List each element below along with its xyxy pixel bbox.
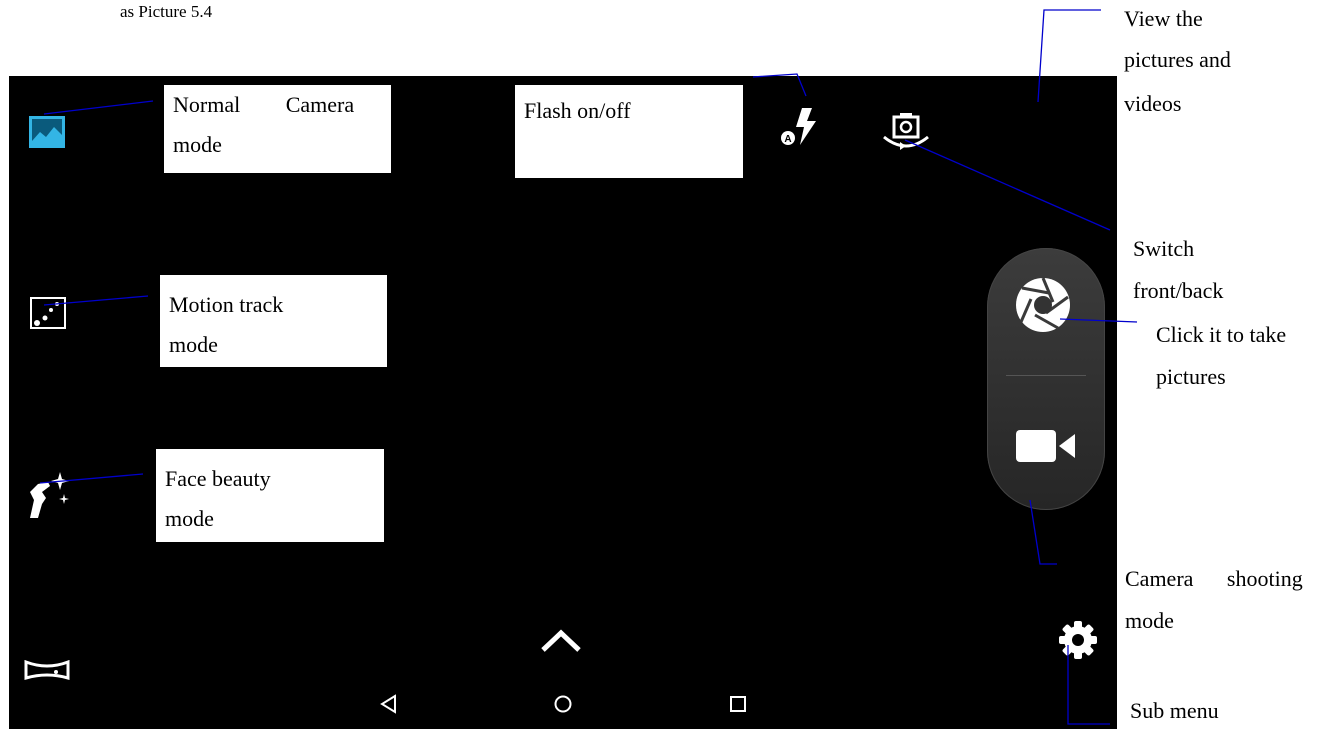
callout-normal-camera-line2: mode xyxy=(173,132,222,157)
callout-face-beauty: Face beauty mode xyxy=(156,449,384,542)
callout-shooting-mode: Camera shooting mode xyxy=(1125,558,1337,642)
motion-dots-icon[interactable] xyxy=(30,297,66,329)
svg-text:A: A xyxy=(784,134,791,145)
face-sparkle-icon[interactable] xyxy=(24,470,74,522)
callout-shooting-line2: mode xyxy=(1125,608,1174,633)
callout-sub-menu: Sub menu xyxy=(1130,698,1219,723)
panorama-icon[interactable] xyxy=(24,659,70,680)
callout-normal-camera: Normal Camera mode xyxy=(164,85,391,173)
flash-auto-icon[interactable]: A xyxy=(778,105,820,147)
callout-view-line3: videos xyxy=(1124,91,1182,116)
landscape-icon[interactable] xyxy=(27,114,67,150)
capture-divider xyxy=(1006,375,1086,376)
callout-face-beauty-line1: Face beauty xyxy=(165,466,271,491)
callout-switch: Switch front/back xyxy=(1133,228,1333,312)
callout-flash: Flash on/off xyxy=(515,85,743,178)
callout-view-line1: View the xyxy=(1124,6,1203,31)
gear-icon[interactable] xyxy=(1057,619,1099,661)
callout-shooting-line1: Camera shooting xyxy=(1125,566,1303,591)
callout-take-line1: Click it to take xyxy=(1156,322,1287,347)
callout-motion-track: Motion track mode xyxy=(160,275,387,367)
callout-view-pictures: View the pictures and videos xyxy=(1124,4,1334,126)
callout-switch-line1: Switch xyxy=(1133,236,1195,261)
callout-view-line2: pictures and xyxy=(1124,47,1231,72)
callout-flash-text: Flash on/off xyxy=(524,98,631,123)
camera-switch-icon[interactable] xyxy=(880,111,932,153)
callout-face-beauty-line2: mode xyxy=(165,506,214,531)
callout-switch-line2: front/back xyxy=(1133,278,1224,303)
callout-normal-camera-line1: Normal Camera xyxy=(173,92,355,117)
callout-take-picture: Click it to take pictures xyxy=(1156,314,1336,398)
video-camera-icon[interactable] xyxy=(1015,428,1077,464)
callout-motion-track-line2: mode xyxy=(169,332,218,357)
figure-caption: as Picture 5.4 xyxy=(120,2,213,21)
home-circle-icon[interactable] xyxy=(553,694,573,714)
recent-square-icon[interactable] xyxy=(728,694,748,714)
callout-take-line2: pictures xyxy=(1156,364,1226,389)
aperture-icon[interactable] xyxy=(1013,275,1073,335)
callout-motion-track-line1: Motion track xyxy=(169,292,284,317)
back-triangle-icon[interactable] xyxy=(379,694,399,714)
chevron-up-icon[interactable] xyxy=(540,628,582,654)
